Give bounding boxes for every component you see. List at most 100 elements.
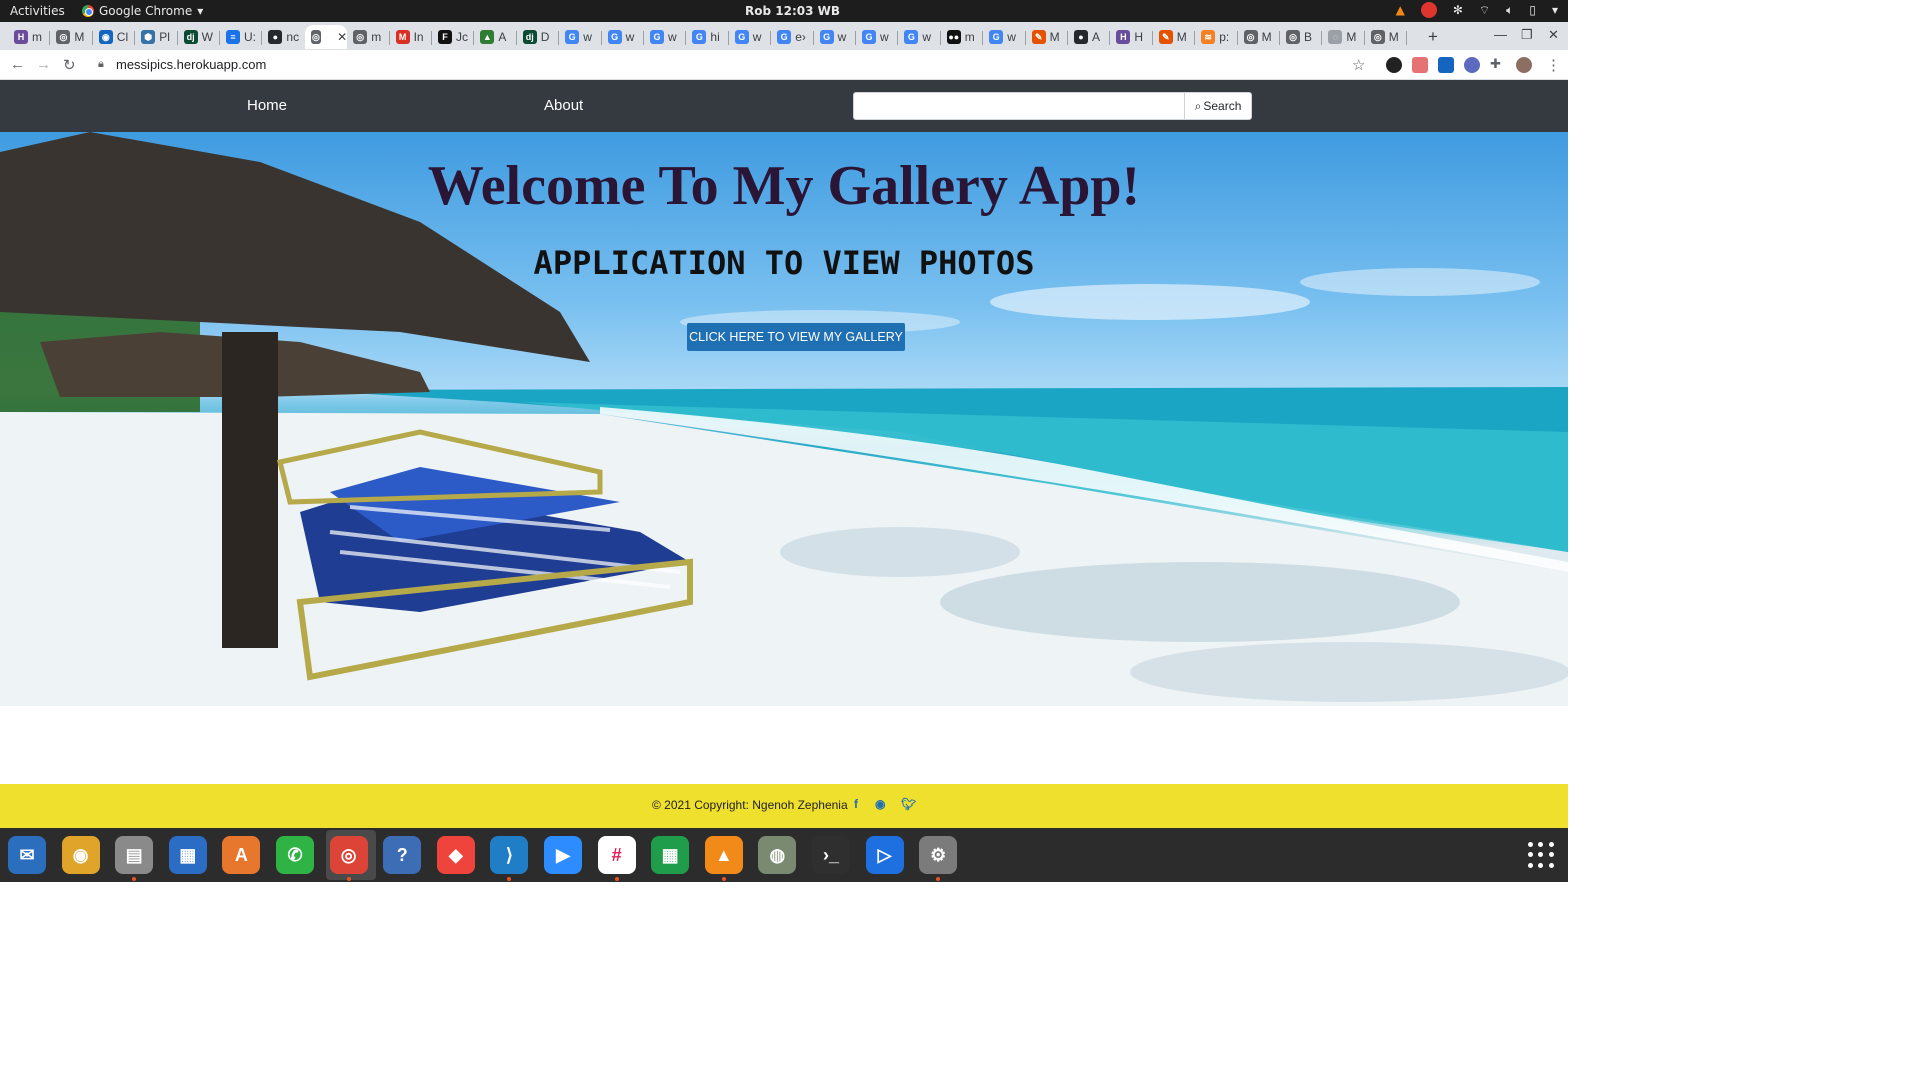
browser-tab[interactable]: ⬢ Pl [135,25,177,49]
browser-tab[interactable]: ● A [1068,25,1110,49]
tab-separator [1406,31,1408,45]
extension-icon[interactable] [1412,57,1428,73]
do-not-disturb-icon[interactable] [1420,2,1437,18]
chrome-icon[interactable]: ◎ [329,836,368,874]
minimize-button[interactable]: — [1494,27,1507,42]
rhythmbox-icon[interactable]: ◉ [61,836,100,874]
extension-icon[interactable] [1386,57,1402,73]
running-indicator [614,877,619,881]
browser-menu-icon[interactable]: ⋮ [1546,56,1561,74]
tab-favicon-icon: ● [1074,30,1088,44]
lock-icon[interactable]: 🔒︎ [98,58,104,71]
settings-icon[interactable]: ⚙ [919,836,958,874]
vscode-icon[interactable]: ⟩ [490,836,529,874]
nav-about-link[interactable]: About [544,97,583,114]
browser-tab[interactable]: ▲ A [474,25,516,49]
browser-tab[interactable]: dj D [517,25,559,49]
battery-icon[interactable]: ▯ [1529,3,1536,17]
slack-icon[interactable]: # [597,836,636,874]
tab-strip: Hm ◎ M ◉ Cl ⬢ Pl dj W ≡ U: ● nc ◎ ✕ ◎ m M In F Jc ▲ Adj D Gw Gw Gw… [0,22,1568,50]
browser-tab[interactable]: Gw [898,25,940,49]
github-icon[interactable]: ◉ [875,797,885,811]
close-tab-icon[interactable]: ✕ [337,30,347,44]
tab-label: w [1007,30,1016,44]
slack-tray-icon[interactable]: ✻ [1453,3,1463,17]
volume-icon[interactable]: 🔈︎ [1506,3,1513,18]
back-button[interactable]: ← [10,56,25,73]
vlc-icon[interactable]: ▲ [704,836,743,874]
browser-tab[interactable]: Gw [856,25,898,49]
search-input[interactable] [853,92,1185,120]
whatsapp-icon[interactable]: ✆ [276,836,314,874]
browser-tab[interactable]: Hm [8,25,50,49]
browser-tab[interactable]: M In [390,25,432,49]
browser-tab[interactable]: ✎ M [1153,25,1195,49]
restore-button[interactable]: ❐ [1521,27,1533,43]
tab-favicon-icon: ● [268,30,283,44]
tab-favicon-icon: ◎ [353,30,368,44]
extension-icon[interactable] [1438,57,1454,73]
calc-icon[interactable]: ▦ [651,836,690,874]
tab-label: Cl [116,30,129,44]
tab-favicon-icon: ⬢ [141,30,156,44]
address-bar[interactable]: messipics.herokuapp.com [116,57,266,72]
terminal-icon[interactable]: ›_ [812,836,850,874]
help-icon[interactable]: ? [383,836,422,874]
nav-home-link[interactable]: Home [247,97,287,114]
browser-tab[interactable]: Gw [644,25,686,49]
activities-button[interactable]: Activities [10,4,65,18]
forward-button[interactable]: → [36,56,51,73]
browser-tab[interactable]: ≋ p: [1195,25,1237,49]
hero-subtitle: APPLICATION TO VIEW PHOTOS [533,244,1035,282]
bookmark-star-icon[interactable]: ☆ [1352,56,1365,74]
browser-tab[interactable]: ◉ Cl [93,25,135,49]
chevron-down-icon[interactable]: ▾ [1552,3,1558,17]
thunderbird-icon[interactable]: ✉ [8,836,46,874]
view-gallery-button[interactable]: CLICK HERE TO VIEW MY GALLERY [687,323,905,351]
browser-tab[interactable]: ● nc [262,25,304,49]
facebook-icon[interactable]: f [854,797,858,811]
image-viewer-icon[interactable]: ◍ [758,836,797,874]
software-icon[interactable]: A [222,836,261,874]
browser-tab[interactable]: Ge› [771,25,813,49]
browser-tab[interactable]: Gw [983,25,1025,49]
profile-avatar[interactable] [1516,57,1532,73]
wifi-icon[interactable]: ⌔ [1479,3,1490,18]
browser-tab[interactable]: Gw [559,25,601,49]
media-player-icon[interactable]: ▷ [865,836,904,874]
browser-tab[interactable]: ✎ M [1026,25,1068,49]
browser-tab[interactable]: HH [1110,25,1152,49]
browser-tab[interactable]: Gw [729,25,771,49]
browser-tab[interactable]: F Jc [432,25,474,49]
app-menu[interactable]: Google Chrome ▾ [82,4,203,18]
browser-tab[interactable]: Ghi [686,25,728,49]
new-tab-button[interactable]: + [1428,27,1438,47]
browser-tab[interactable]: ◎ M [50,25,92,49]
system-tray[interactable]: ▲ ✻ ⌔ 🔈︎ ▯ ▾ [1396,2,1558,18]
twitter-icon[interactable]: 🐦︎ [901,797,916,811]
browser-tab[interactable]: ◎ B [1280,25,1322,49]
extension-icon[interactable] [1464,57,1480,73]
browser-tab[interactable]: ◎ M [1238,25,1280,49]
files-icon[interactable]: ▤ [115,836,154,874]
clock[interactable]: Rob 12:03 WB [745,4,840,18]
vlc-tray-icon[interactable]: ▲ [1396,3,1405,17]
browser-tab[interactable]: ◎ m [347,25,389,49]
browser-tab[interactable]: ◎ M [1365,25,1407,49]
writer-icon[interactable]: ▦ [168,836,207,874]
browser-tab[interactable]: Gw [602,25,644,49]
browser-tab[interactable]: dj W [178,25,220,49]
tab-favicon-icon: G [989,30,1004,44]
close-window-button[interactable]: ✕ [1548,27,1559,43]
show-applications-icon[interactable] [1528,842,1554,868]
extensions-puzzle-icon[interactable]: ✚ [1490,56,1501,72]
browser-tab[interactable]: ≡ U: [220,25,262,49]
browser-tab[interactable]: ◎ ✕ [304,25,348,49]
browser-tab[interactable]: Gw [814,25,856,49]
anydesk-icon[interactable]: ◆ [436,836,475,874]
search-button[interactable]: ⌕ Search [1184,92,1252,120]
reload-button[interactable]: ↻ [63,56,76,74]
browser-tab[interactable]: ◌ M [1322,25,1364,49]
browser-tab[interactable]: ●● m [941,25,983,49]
zoom-icon[interactable]: ▶ [544,836,582,874]
